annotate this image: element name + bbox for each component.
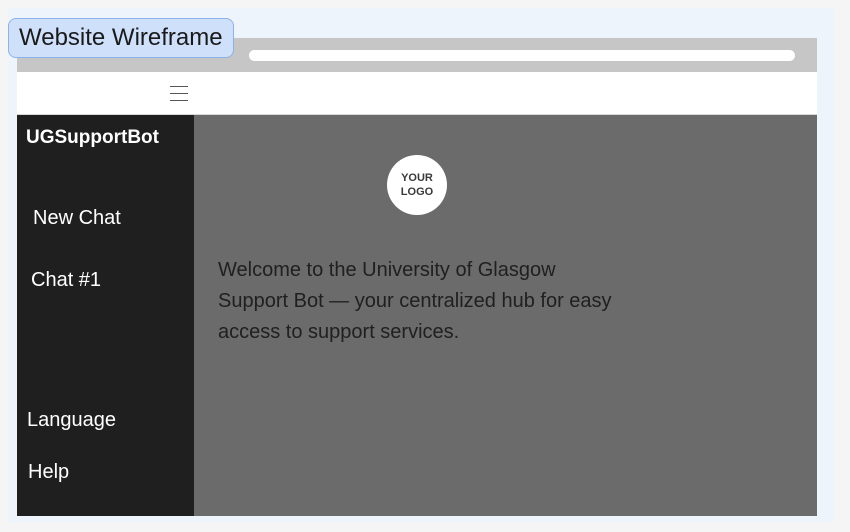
sidebar: UGSupportBot New Chat Chat #1 Language H… [17,115,194,516]
browser-address-bar[interactable] [249,50,795,61]
welcome-message: Welcome to the University of Glasgow Sup… [218,259,612,343]
logo-text: YOUR LOGO [400,172,434,198]
sidebar-item-chat-1[interactable]: Chat #1 [31,269,101,292]
sidebar-brand: UGSupportBot [26,127,159,148]
hamburger-menu-icon[interactable] [170,85,188,102]
sidebar-item-new-chat[interactable]: New Chat [33,207,121,230]
sidebar-item-help[interactable]: Help [28,461,69,484]
main-content: YOUR LOGO Welcome to the University of G… [194,115,817,516]
sidebar-item-language[interactable]: Language [27,409,116,432]
app-header [17,72,817,115]
frame-label: Website Wireframe [8,18,234,58]
logo-placeholder: YOUR LOGO [387,155,447,215]
